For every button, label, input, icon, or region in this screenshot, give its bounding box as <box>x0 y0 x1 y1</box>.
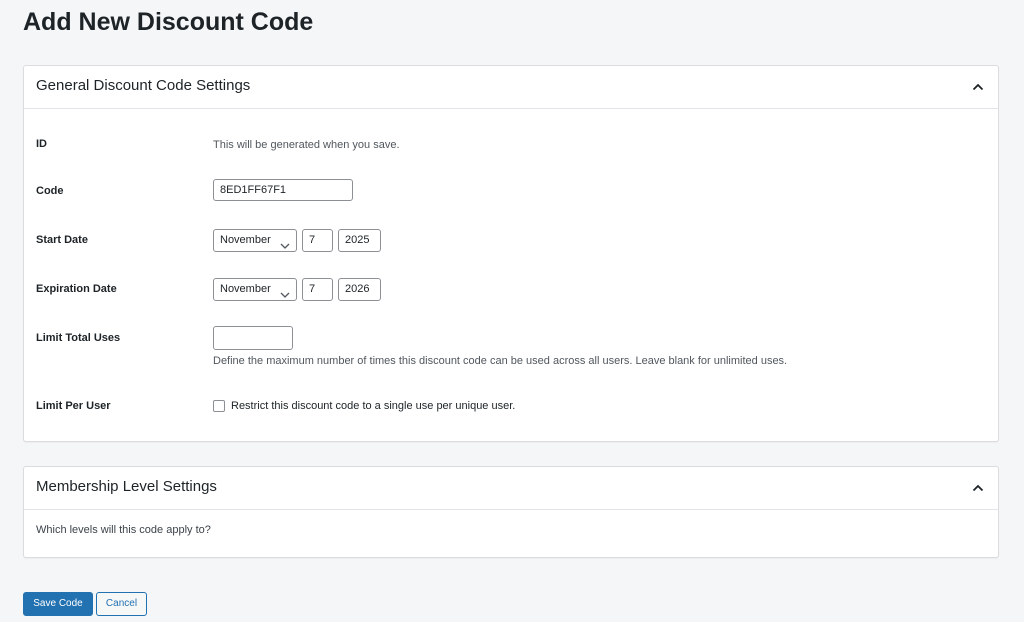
limit-per-user-checkbox[interactable] <box>213 400 225 412</box>
limit-total-uses-label: Limit Total Uses <box>36 332 121 344</box>
start-month-value: November <box>220 234 271 246</box>
start-year-input[interactable]: 2025 <box>338 229 381 252</box>
chevron-down-icon <box>280 237 290 258</box>
page-title: Add New Discount Code <box>23 8 314 36</box>
expiration-day-input[interactable]: 7 <box>302 278 333 301</box>
limit-total-uses-help: Define the maximum number of times this … <box>213 355 788 367</box>
start-month-select[interactable]: November <box>213 229 297 252</box>
id-label: ID <box>36 138 47 150</box>
general-settings-panel: General Discount Code Settings ID This w… <box>23 65 999 442</box>
membership-levels-question: Which levels will this code apply to? <box>36 524 211 536</box>
general-settings-header[interactable]: General Discount Code Settings <box>24 66 998 109</box>
chevron-down-icon <box>280 286 290 307</box>
chevron-up-icon[interactable] <box>970 480 986 496</box>
save-code-button[interactable]: Save Code <box>23 592 93 616</box>
code-input[interactable]: 8ED1FF67F1 <box>213 179 353 201</box>
start-date-label: Start Date <box>36 234 88 246</box>
membership-settings-header[interactable]: Membership Level Settings <box>24 467 998 510</box>
chevron-up-icon[interactable] <box>970 79 986 95</box>
start-day-input[interactable]: 7 <box>302 229 333 252</box>
expiration-date-label: Expiration Date <box>36 283 117 295</box>
limit-per-user-label: Limit Per User <box>36 400 111 412</box>
id-help-text: This will be generated when you save. <box>213 139 400 151</box>
limit-per-user-checkbox-label[interactable]: Restrict this discount code to a single … <box>231 400 515 412</box>
cancel-button[interactable]: Cancel <box>96 592 147 616</box>
code-label: Code <box>36 185 64 197</box>
limit-total-uses-input[interactable] <box>213 326 293 350</box>
membership-settings-panel: Membership Level Settings Which levels w… <box>23 466 999 558</box>
general-settings-title: General Discount Code Settings <box>36 77 251 94</box>
expiration-year-input[interactable]: 2026 <box>338 278 381 301</box>
expiration-month-value: November <box>220 283 271 295</box>
expiration-month-select[interactable]: November <box>213 278 297 301</box>
membership-settings-title: Membership Level Settings <box>36 478 217 495</box>
